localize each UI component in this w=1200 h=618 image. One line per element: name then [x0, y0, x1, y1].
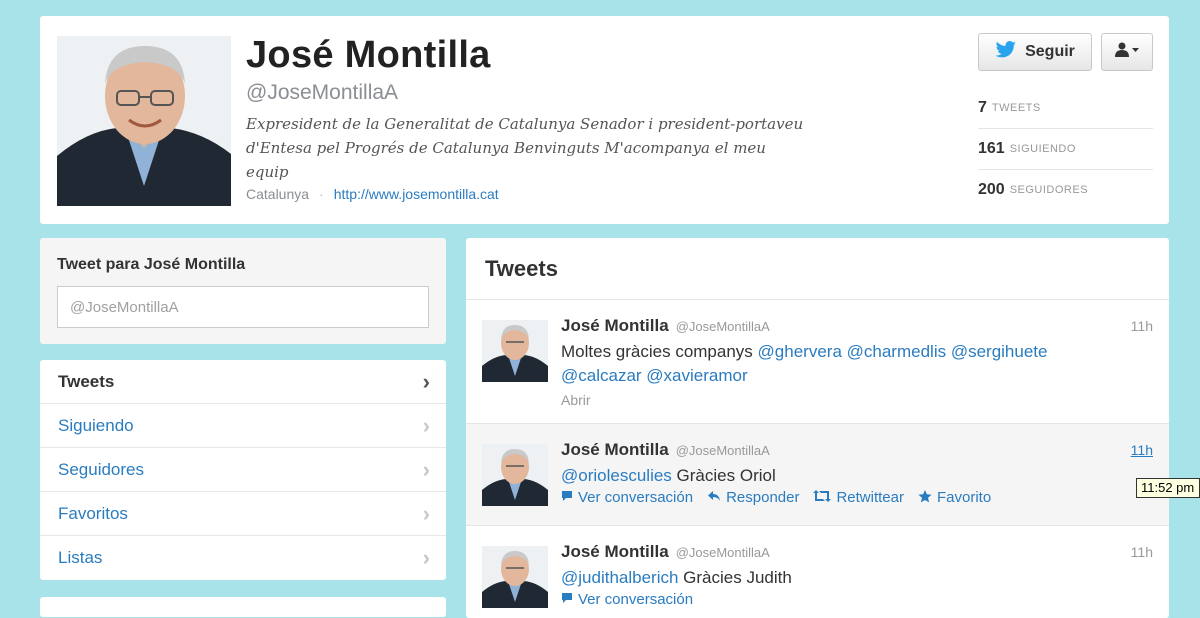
tweet-avatar[interactable] — [482, 444, 548, 506]
action-label: Retwittear — [836, 489, 904, 506]
nav-item-favorites[interactable]: Favoritos › — [40, 492, 446, 536]
tweet-author-handle[interactable]: @JoseMontillaA — [676, 545, 770, 560]
mention-link[interactable]: @oriolesculies — [561, 466, 672, 485]
tweet-avatar[interactable] — [482, 320, 548, 382]
mention-link[interactable]: @ghervera — [758, 342, 842, 361]
profile-bio: Expresident de la Generalitat de Catalun… — [246, 115, 804, 181]
timeline-title: Tweets — [466, 238, 1169, 300]
mention-link[interactable]: @charmedlis — [847, 342, 946, 361]
profile-name: José Montilla — [246, 34, 491, 76]
user-dropdown-icon — [1114, 42, 1140, 63]
follow-button[interactable]: Seguir — [978, 33, 1092, 71]
tweet-author-name[interactable]: José Montilla — [561, 316, 669, 336]
chevron-right-icon: › — [422, 545, 430, 570]
reply-action[interactable]: Responder — [707, 489, 799, 506]
tweet-avatar[interactable] — [482, 546, 548, 608]
tweet-actions: Ver conversación — [561, 591, 693, 608]
user-dropdown-button[interactable] — [1101, 33, 1153, 71]
profile-url-link[interactable]: http://www.josemontilla.cat — [334, 186, 499, 202]
profile-location: Catalunya — [246, 186, 310, 202]
nav-item-tweets[interactable]: Tweets › — [40, 360, 446, 404]
tweet-author-handle[interactable]: @JoseMontillaA — [676, 319, 770, 334]
reply-arrow-icon — [707, 490, 721, 505]
tweet-header: José Montilla @JoseMontillaA — [561, 542, 770, 562]
nav-item-lists[interactable]: Listas › — [40, 536, 446, 580]
tweets-timeline: Tweets José Montilla @JoseMontillaA 11h … — [466, 238, 1169, 618]
chevron-right-icon: › — [422, 368, 430, 394]
tweet-timestamp[interactable]: 11h — [1131, 442, 1153, 458]
tweet-timestamp[interactable]: 11h — [1131, 544, 1153, 560]
nav-item-followers[interactable]: Seguidores › — [40, 448, 446, 492]
tweet-text: @judithalberich Gràcies Judith — [561, 566, 1121, 590]
action-label: Ver conversación — [578, 489, 694, 506]
retweet-icon — [813, 490, 832, 505]
action-label: Responder — [726, 489, 800, 506]
profile-nav: Tweets › Siguiendo › Seguidores › Favori… — [40, 360, 446, 580]
speech-bubble-icon — [561, 490, 573, 505]
timestamp-tooltip: 11:52 pm — [1136, 478, 1200, 498]
mention-link[interactable]: @judithalberich — [561, 568, 678, 587]
compose-box: Tweet para José Montilla — [40, 238, 446, 344]
mention-link[interactable]: @xavieramor — [646, 366, 747, 385]
separator-dot: · — [319, 186, 324, 202]
tweet-author-name[interactable]: José Montilla — [561, 542, 669, 562]
mention-link[interactable]: @calcazar — [561, 366, 642, 385]
view-conversation-action[interactable]: Ver conversación — [561, 489, 693, 506]
stat-tweets[interactable]: 7 TWEETS — [978, 88, 1153, 129]
tweet-expand-link[interactable]: Abrir — [561, 392, 591, 408]
stat-value: 200 — [978, 181, 1005, 198]
tweet-text-plain: Moltes gràcies companys — [561, 342, 753, 361]
left-module-next — [40, 597, 446, 617]
tweet-text: @oriolesculies Gràcies Oriol — [561, 464, 1121, 488]
nav-item-label: Favoritos — [58, 503, 128, 523]
nav-item-label: Tweets — [58, 371, 115, 391]
tweet-author-name[interactable]: José Montilla — [561, 440, 669, 460]
profile-stats: 7 TWEETS 161 SIGUIENDO 200 SEGUIDORES — [978, 88, 1153, 210]
tweet-timestamp[interactable]: 11h — [1131, 318, 1153, 334]
tweet-author-handle[interactable]: @JoseMontillaA — [676, 443, 770, 458]
stat-label: SEGUIDORES — [1009, 184, 1089, 196]
twitter-bird-icon — [995, 40, 1017, 64]
tweet-header: José Montilla @JoseMontillaA — [561, 440, 770, 460]
speech-bubble-icon — [561, 592, 573, 607]
chevron-right-icon: › — [422, 500, 430, 526]
stat-label: TWEETS — [991, 102, 1041, 114]
tweet-input[interactable] — [57, 286, 429, 328]
tweet-item[interactable]: José Montilla @JoseMontillaA 11h @judith… — [466, 526, 1169, 618]
tweet-header: José Montilla @JoseMontillaA — [561, 316, 770, 336]
nav-item-label: Siguiendo — [58, 415, 134, 435]
tweet-text-plain: Gràcies Judith — [683, 568, 792, 587]
stat-following[interactable]: 161 SIGUIENDO — [978, 129, 1153, 170]
stat-followers[interactable]: 200 SEGUIDORES — [978, 170, 1153, 210]
tweet-item[interactable]: José Montilla @JoseMontillaA 11h @oriole… — [466, 424, 1169, 526]
nav-item-label: Listas — [58, 548, 103, 567]
view-conversation-action[interactable]: Ver conversación — [561, 591, 693, 608]
tweet-text-plain: Gràcies Oriol — [676, 466, 776, 485]
stat-label: SIGUIENDO — [1009, 143, 1076, 155]
profile-handle: @JoseMontillaA — [246, 81, 399, 104]
retweet-action[interactable]: Retwittear — [813, 489, 904, 506]
nav-item-label: Seguidores — [58, 459, 145, 479]
tweet-text: Moltes gràcies companys @ghervera @charm… — [561, 340, 1121, 388]
action-label: Ver conversación — [578, 591, 694, 608]
follow-label: Seguir — [1025, 43, 1075, 60]
stat-value: 7 — [978, 99, 987, 116]
profile-meta: Catalunya · http://www.josemontilla.cat — [246, 186, 499, 202]
tweet-item[interactable]: José Montilla @JoseMontillaA 11h Moltes … — [466, 300, 1169, 424]
profile-header: José Montilla @JoseMontillaA Expresident… — [40, 16, 1169, 224]
action-label: Favorito — [937, 489, 992, 506]
favorite-action[interactable]: Favorito — [918, 489, 991, 506]
chevron-right-icon: › — [422, 412, 430, 438]
tweet-actions: Ver conversación Responder Retwittear Fa… — [561, 489, 991, 506]
mention-link[interactable]: @sergihuete — [951, 342, 1048, 361]
nav-item-following[interactable]: Siguiendo › — [40, 404, 446, 448]
compose-title: Tweet para José Montilla — [57, 256, 246, 273]
stat-value: 161 — [978, 140, 1005, 157]
star-icon — [918, 489, 932, 506]
profile-avatar[interactable] — [57, 36, 231, 206]
chevron-right-icon: › — [422, 456, 430, 482]
